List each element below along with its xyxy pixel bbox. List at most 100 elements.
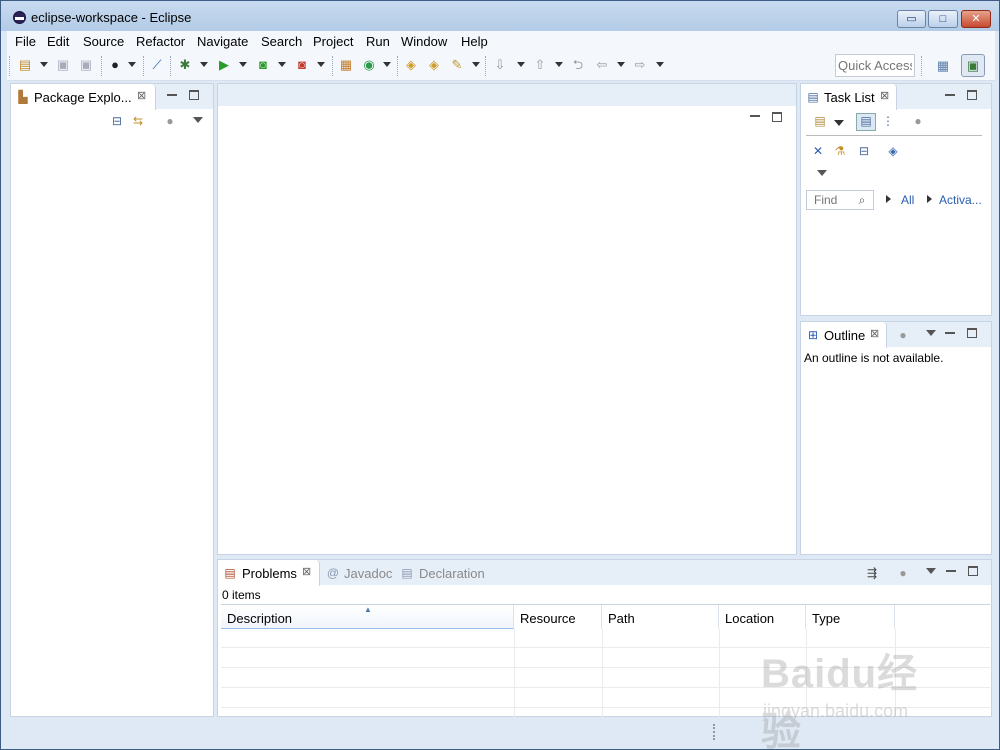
categorized-icon[interactable]: ▤ (856, 113, 876, 131)
hide-completed-icon[interactable]: ✕ (811, 144, 825, 158)
close-tab-icon[interactable]: ⊠ (137, 89, 146, 102)
view-menu-icon[interactable] (193, 117, 203, 123)
search-icon[interactable]: ✎ (449, 57, 465, 73)
menu-edit[interactable]: Edit (47, 34, 69, 49)
previous-annotation-dropdown-icon[interactable] (555, 62, 563, 67)
menu-window[interactable]: Window (401, 34, 447, 49)
maximize-button[interactable]: □ (928, 10, 958, 28)
new-wizard-icon[interactable]: ▤ (17, 57, 33, 73)
search-dropdown-icon[interactable] (472, 62, 480, 67)
new-java-package-icon[interactable]: ▦ (338, 57, 354, 73)
save-all-icon[interactable]: ▣ (78, 57, 94, 73)
quick-access-input[interactable] (835, 54, 915, 77)
profile-icon[interactable]: ● (107, 57, 123, 73)
tab-javadoc[interactable]: @ Javadoc (324, 560, 400, 585)
menu-source[interactable]: Source (83, 34, 124, 49)
activate-task-link[interactable]: Activa... (939, 193, 982, 207)
minimize-view-icon[interactable] (946, 566, 956, 572)
close-tab-icon[interactable]: ⊠ (302, 565, 311, 578)
column-description[interactable]: Description ▲ (221, 605, 514, 629)
next-annotation-icon[interactable]: ⇩ (492, 57, 508, 73)
previous-annotation-icon[interactable]: ⇧ (532, 57, 548, 73)
view-menu-icon[interactable] (926, 330, 936, 336)
menu-search[interactable]: Search (261, 34, 302, 49)
save-icon[interactable]: ▣ (55, 57, 71, 73)
next-annotation-dropdown-icon[interactable] (517, 62, 525, 67)
open-task-icon[interactable]: ◈ (426, 57, 442, 73)
menu-refactor[interactable]: Refactor (136, 34, 185, 49)
focus-active-task-icon[interactable]: ● (163, 114, 177, 128)
debug-dropdown-icon[interactable] (200, 62, 208, 67)
tab-label: Javadoc (344, 566, 393, 581)
skip-breakpoints-icon[interactable]: ⟋ (149, 57, 165, 73)
tab-outline[interactable]: ⊞ Outline ⊠ (801, 322, 887, 348)
profile-dropdown-icon[interactable] (128, 62, 136, 67)
back-icon[interactable]: ⇦ (594, 57, 610, 73)
column-location[interactable]: Location (719, 605, 806, 629)
forward-icon[interactable]: ⇨ (632, 57, 648, 73)
external-tools-icon[interactable]: ◙ (294, 57, 310, 73)
new-task-dropdown-icon[interactable] (834, 120, 844, 126)
show-unread-icon[interactable]: ⚗ (833, 144, 847, 158)
coverage-icon[interactable]: ◙ (255, 57, 271, 73)
tab-package-explorer[interactable]: ▙ Package Explo... ⊠ (11, 84, 156, 110)
back-dropdown-icon[interactable] (617, 62, 625, 67)
tab-label: Declaration (419, 566, 485, 581)
debug-icon[interactable]: ✱ (177, 57, 193, 73)
link-with-editor-icon[interactable]: ⇆ (131, 114, 145, 128)
minimize-view-icon[interactable] (167, 90, 177, 96)
focus-active-task-icon[interactable]: ● (896, 566, 910, 580)
tab-task-list[interactable]: ▤ Task List ⊠ (801, 84, 897, 110)
focus-active-task-icon[interactable]: ● (896, 328, 910, 342)
maximize-view-icon[interactable] (967, 328, 977, 338)
minimize-view-icon[interactable] (945, 328, 955, 334)
close-tab-icon[interactable]: ⊠ (870, 327, 879, 340)
tab-declaration[interactable]: ▤ Declaration (398, 560, 498, 585)
close-button[interactable]: ✕ (961, 10, 991, 28)
run-dropdown-icon[interactable] (239, 62, 247, 67)
view-menu-icon[interactable] (926, 568, 936, 574)
open-type-icon[interactable]: ◈ (403, 57, 419, 73)
menu-navigate[interactable]: Navigate (197, 34, 248, 49)
maximize-view-icon[interactable] (968, 566, 978, 576)
view-menu-icon[interactable] (817, 170, 827, 176)
external-tools-dropdown-icon[interactable] (317, 62, 325, 67)
filter-all-link[interactable]: All (901, 193, 914, 207)
toolbar-separator (170, 56, 171, 76)
new-java-class-icon[interactable]: ◉ (361, 57, 377, 73)
menu-help[interactable]: Help (461, 34, 488, 49)
column-type[interactable]: Type (806, 605, 895, 629)
last-edit-location-icon[interactable]: ⮌ (570, 57, 586, 73)
menu-project[interactable]: Project (313, 34, 353, 49)
maximize-view-icon[interactable] (967, 90, 977, 100)
new-dropdown-icon[interactable] (40, 62, 48, 67)
tab-problems[interactable]: ▤ Problems ⊠ (218, 560, 320, 586)
collapse-all-icon[interactable]: ⊟ (110, 114, 124, 128)
minimize-view-icon[interactable] (945, 90, 955, 96)
minimize-editor-icon[interactable] (750, 111, 760, 117)
menu-run[interactable]: Run (366, 34, 390, 49)
focus-icon[interactable]: ● (911, 114, 925, 128)
maximize-view-icon[interactable] (189, 90, 199, 100)
scheduled-icon[interactable]: ⋮ (881, 114, 895, 128)
menu-file[interactable]: File (15, 34, 36, 49)
column-resource[interactable]: Resource (514, 605, 602, 629)
collapse-all-icon[interactable]: ⊟ (857, 144, 871, 158)
expand-arrow-icon (927, 195, 932, 203)
maximize-editor-icon[interactable] (772, 112, 782, 122)
java-perspective-button[interactable]: ▣ (961, 54, 985, 77)
sync-icon[interactable]: ◈ (886, 144, 900, 158)
status-bar-trim-handle[interactable] (713, 724, 717, 740)
run-icon[interactable]: ▶ (216, 57, 232, 73)
coverage-dropdown-icon[interactable] (278, 62, 286, 67)
configure-contents-icon[interactable]: ⇶ (865, 566, 879, 580)
column-path[interactable]: Path (602, 605, 719, 629)
open-perspective-icon[interactable]: ▦ (935, 58, 951, 74)
toolbar-separator (397, 56, 398, 76)
new-class-dropdown-icon[interactable] (383, 62, 391, 67)
forward-dropdown-icon[interactable] (656, 62, 664, 67)
minimize-button[interactable]: ▭ (897, 10, 926, 28)
new-task-icon[interactable]: ▤ (813, 114, 827, 128)
sort-ascending-icon: ▲ (364, 605, 372, 614)
close-tab-icon[interactable]: ⊠ (880, 89, 889, 102)
